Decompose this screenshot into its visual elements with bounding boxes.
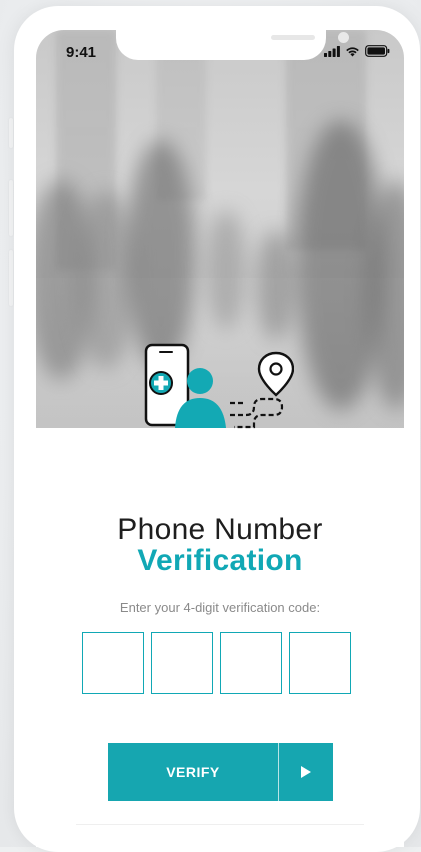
verify-button[interactable]: VERIFY bbox=[108, 743, 278, 801]
instruction-text: Enter your 4-digit verification code: bbox=[119, 600, 321, 615]
code-digit-4[interactable] bbox=[289, 632, 351, 694]
app-screen: 9:41 Phone Number Verification Enter you… bbox=[36, 30, 404, 847]
bottom-divider bbox=[76, 824, 364, 825]
play-arrow-icon bbox=[301, 766, 311, 778]
submit-arrow-button[interactable] bbox=[279, 743, 333, 801]
status-bar: 9:41 bbox=[36, 30, 404, 76]
phone-volume-up-button bbox=[9, 180, 13, 236]
page-title-highlight: Verification bbox=[137, 544, 303, 577]
code-digit-3[interactable] bbox=[220, 632, 282, 694]
signal-icon bbox=[324, 45, 340, 57]
phone-mute-switch bbox=[9, 118, 13, 148]
wifi-icon bbox=[346, 46, 359, 56]
button-divider bbox=[278, 743, 279, 801]
code-digit-2[interactable] bbox=[151, 632, 213, 694]
location-pin-icon bbox=[257, 351, 295, 397]
status-time: 9:41 bbox=[66, 44, 97, 61]
status-icons bbox=[324, 44, 390, 58]
code-input-group bbox=[82, 632, 351, 694]
front-camera bbox=[338, 32, 349, 43]
battery-icon bbox=[365, 45, 390, 57]
phone-notch bbox=[116, 30, 349, 60]
code-digit-1[interactable] bbox=[82, 632, 144, 694]
page-title: Phone Number bbox=[117, 513, 323, 546]
verify-button-group: VERIFY bbox=[108, 743, 333, 801]
verification-illustration bbox=[144, 343, 295, 429]
speaker-grille bbox=[271, 35, 315, 40]
phone-volume-down-button bbox=[9, 250, 13, 306]
